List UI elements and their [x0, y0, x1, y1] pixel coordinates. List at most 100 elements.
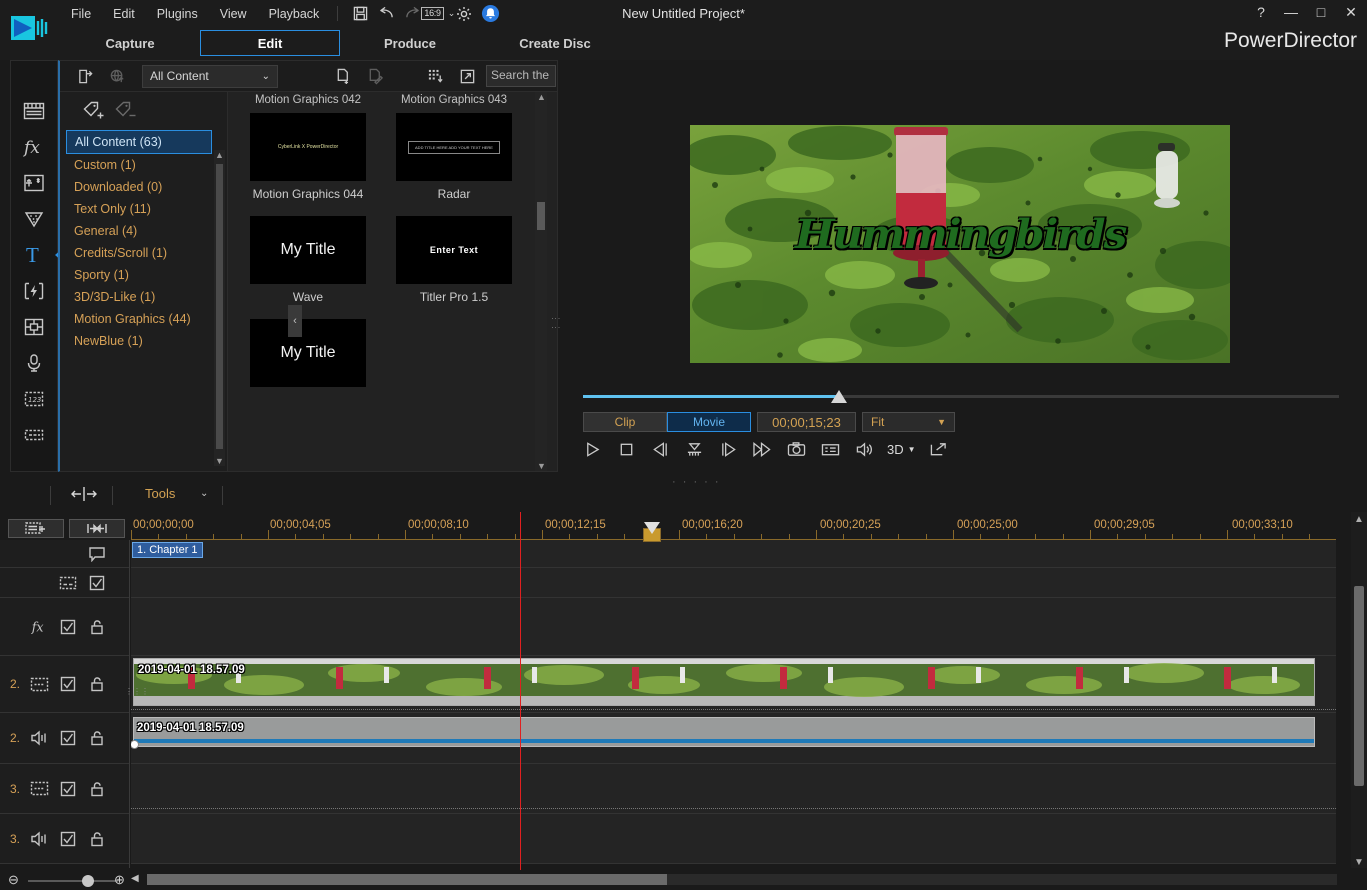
grid-view-icon[interactable]: [422, 65, 448, 87]
zoom-in-icon[interactable]: ⊕: [114, 872, 125, 888]
collapse-panel-icon[interactable]: ‹: [288, 305, 302, 337]
menu-item-playback[interactable]: Playback: [258, 3, 331, 25]
panel-resize-grip-horizontal[interactable]: · · · · ·: [672, 476, 721, 488]
track-lock-icon[interactable]: [87, 780, 107, 798]
scroll-down-icon[interactable]: ▼: [215, 456, 224, 466]
lane-video-3[interactable]: [131, 764, 1336, 814]
scroll-down-icon[interactable]: ▼: [1354, 857, 1364, 868]
volume-button[interactable]: [853, 438, 875, 460]
timeline-vertical-scrollbar[interactable]: ▲ ▼: [1351, 512, 1367, 870]
new-title-icon[interactable]: [330, 65, 356, 87]
track-header-audio-3[interactable]: 3.: [0, 814, 129, 864]
audio-clip[interactable]: [131, 717, 1315, 749]
expand-library-icon[interactable]: [454, 65, 480, 87]
chapter-room-icon[interactable]: 123: [17, 381, 51, 417]
undo-icon[interactable]: [375, 4, 397, 24]
tab-edit[interactable]: Edit: [200, 30, 340, 56]
tab-create-disc[interactable]: Create Disc: [480, 30, 630, 56]
lane-chapter[interactable]: 1. Chapter 1: [131, 540, 1336, 568]
lane-subtitle[interactable]: [131, 568, 1336, 598]
library-item[interactable]: CyberLink X PowerDirector Motion Graphic…: [235, 108, 381, 201]
track-lock-icon[interactable]: [87, 830, 107, 848]
search-input[interactable]: Search the: [486, 65, 556, 87]
video-clip[interactable]: 2019-04-01 18.57.09: [133, 658, 1315, 706]
fast-forward-button[interactable]: [751, 438, 773, 460]
scrollbar-thumb[interactable]: [147, 874, 667, 885]
track-visibility-checkbox[interactable]: [58, 729, 78, 747]
save-icon[interactable]: [349, 4, 371, 24]
category-item-credits-scroll[interactable]: Credits/Scroll (1): [60, 242, 227, 264]
scroll-left-icon[interactable]: ◀: [131, 873, 139, 884]
track-visibility-checkbox[interactable]: [58, 780, 78, 798]
menu-item-edit[interactable]: Edit: [102, 3, 146, 25]
category-scrollbar[interactable]: ▲ ▼: [214, 150, 225, 466]
tools-menu-label[interactable]: Tools: [145, 486, 175, 501]
playhead-handle[interactable]: [644, 522, 660, 534]
edit-title-icon[interactable]: [362, 65, 388, 87]
track-lock-icon[interactable]: [87, 675, 107, 693]
video-preview[interactable]: Hummingbirds: [690, 125, 1230, 363]
track-header-chapter[interactable]: [0, 540, 129, 568]
zoom-out-icon[interactable]: ⊖: [8, 872, 19, 888]
snapshot-button[interactable]: [785, 438, 807, 460]
scrollbar-thumb[interactable]: [216, 164, 223, 449]
3d-mode-button[interactable]: 3D ▼: [887, 442, 916, 457]
minimize-button[interactable]: —: [1281, 3, 1301, 21]
category-item-motion-graphics[interactable]: Motion Graphics (44): [60, 308, 227, 330]
scrubber-handle[interactable]: [831, 390, 847, 403]
scroll-up-icon[interactable]: ▲: [1354, 514, 1364, 525]
content-filter-dropdown[interactable]: All Content ⌄: [142, 64, 278, 88]
aspect-ratio-icon[interactable]: 16:9 ⌄: [421, 4, 455, 24]
category-item-text-only[interactable]: Text Only (11): [60, 198, 227, 220]
thumbnail-image[interactable]: ADD TITLE HERE ADD YOUR TEXT HERE: [396, 113, 512, 181]
category-item-custom[interactable]: Custom (1): [60, 154, 227, 176]
menu-item-file[interactable]: File: [60, 3, 102, 25]
menu-item-plugins[interactable]: Plugins: [146, 3, 209, 25]
next-frame-button[interactable]: [717, 438, 739, 460]
previous-frame-button[interactable]: [649, 438, 671, 460]
timeline-marker-button[interactable]: [69, 519, 125, 538]
chapter-marker[interactable]: 1. Chapter 1: [132, 542, 203, 558]
category-item-all-content[interactable]: All Content (63): [66, 130, 212, 154]
scroll-up-icon[interactable]: ▲: [537, 92, 546, 102]
pip-object-room-icon[interactable]: [17, 273, 51, 309]
fit-dropdown[interactable]: Fit ▼: [862, 412, 955, 432]
category-item-sporty[interactable]: Sporty (1): [60, 264, 227, 286]
thumbnail-image[interactable]: My Title: [250, 319, 366, 387]
lane-audio-2[interactable]: 2019-04-01 18.57.09: [131, 713, 1336, 764]
media-room-icon[interactable]: [17, 93, 51, 129]
scrollbar-thumb[interactable]: [1354, 586, 1364, 786]
category-item-downloaded[interactable]: Downloaded (0): [60, 176, 227, 198]
library-item[interactable]: Enter Text Titler Pro 1.5: [381, 211, 527, 304]
import-media-icon[interactable]: [72, 65, 98, 87]
thumbnail-image[interactable]: Enter Text: [396, 216, 512, 284]
transition-room-icon[interactable]: [17, 165, 51, 201]
settings-gear-icon[interactable]: [453, 4, 475, 24]
step-marker-button[interactable]: [683, 438, 705, 460]
play-button[interactable]: [581, 438, 603, 460]
timecode-display[interactable]: 00;00;15;23: [757, 412, 856, 432]
particle-room-icon[interactable]: [17, 201, 51, 237]
popout-preview-button[interactable]: [928, 438, 950, 460]
title-room-icon[interactable]: T: [17, 237, 62, 273]
subtitle-room-icon[interactable]: [17, 309, 51, 345]
library-item[interactable]: My Title Wave: [235, 211, 381, 304]
track-header-subtitle[interactable]: [0, 568, 129, 598]
library-item[interactable]: My Title: [235, 314, 381, 387]
effect-room-icon[interactable]: fx: [17, 129, 51, 165]
track-header-effect[interactable]: fx: [0, 598, 129, 656]
track-visibility-checkbox[interactable]: [58, 675, 78, 693]
add-tag-icon[interactable]: [82, 100, 106, 122]
track-visibility-checkbox[interactable]: [87, 574, 107, 592]
clip-mode-button[interactable]: Clip: [583, 412, 667, 432]
preview-scrubber[interactable]: [583, 390, 1339, 404]
playback-list-button[interactable]: [819, 438, 841, 460]
download-from-web-icon[interactable]: [104, 65, 130, 87]
track-visibility-checkbox[interactable]: [58, 618, 78, 636]
lane-effect[interactable]: [131, 598, 1336, 656]
thumbnail-image[interactable]: My Title: [250, 216, 366, 284]
notification-bell-icon[interactable]: [479, 4, 501, 24]
lane-video-2[interactable]: 2019-04-01 18.57.09: [131, 656, 1336, 713]
thumbnail-image[interactable]: CyberLink X PowerDirector: [250, 113, 366, 181]
stop-button[interactable]: [615, 438, 637, 460]
